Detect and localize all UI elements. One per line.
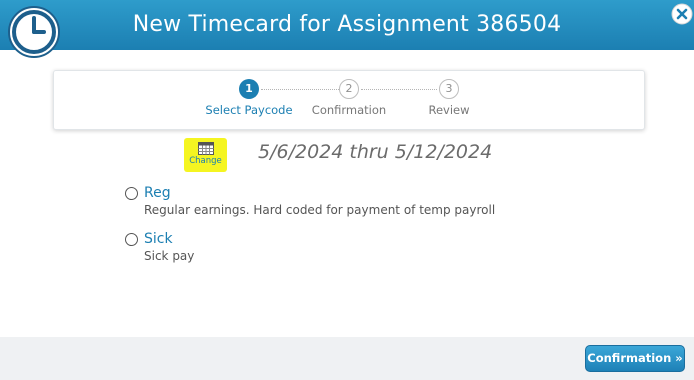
step-label: Review [428,103,470,117]
change-label: Change [189,156,222,166]
step-confirmation: 2 Confirmation [294,79,404,117]
new-timecard-dialog: New Timecard for Assignment 386504 1 Sel… [0,0,694,380]
calendar-icon [197,142,214,155]
step-number: 3 [439,79,459,99]
step-label: Confirmation [311,103,387,117]
paycode-name[interactable]: Reg [144,185,171,201]
confirmation-next-button[interactable]: Confirmation » [585,345,685,372]
wizard-stepper: 1 Select Paycode 2 Confirmation 3 Review [53,70,645,130]
paycode-description: Regular earnings. Hard coded for payment… [144,203,496,217]
step-number: 2 [339,79,359,99]
paycode-description: Sick pay [144,249,195,263]
change-period-button[interactable]: Change [184,138,227,172]
pay-period-range: 5/6/2024 thru 5/12/2024 [258,141,493,163]
dialog-title: New Timecard for Assignment 386504 [132,12,562,37]
step-select-paycode: 1 Select Paycode [194,79,304,117]
step-label: Select Paycode [205,103,293,117]
dialog-titlebar: New Timecard for Assignment 386504 [0,0,694,50]
step-number: 1 [239,79,259,99]
step-review: 3 Review [394,79,504,117]
clock-icon [8,6,60,58]
close-icon[interactable] [670,2,694,26]
paycode-radio[interactable] [125,233,138,246]
paycode-radio[interactable] [125,187,138,200]
paycode-name[interactable]: Sick [144,231,173,247]
